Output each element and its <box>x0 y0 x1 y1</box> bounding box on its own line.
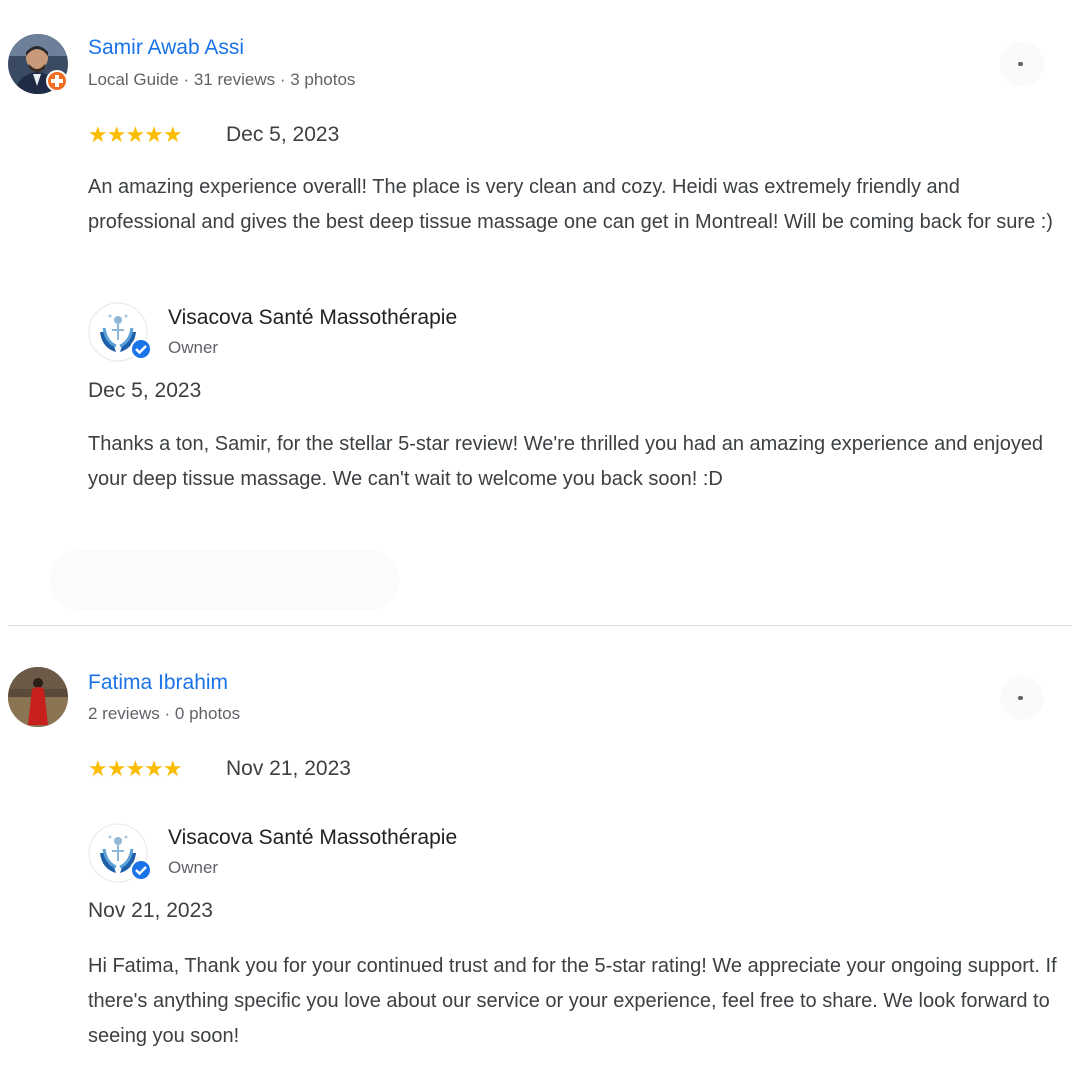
more-options-icon <box>1018 62 1023 66</box>
reviews-page: Samir Awab Assi Local Guide · 31 reviews… <box>0 0 1080 1080</box>
reviewer-avatar[interactable] <box>8 667 68 727</box>
more-options-button[interactable] <box>1000 676 1044 720</box>
owner-reply-date: Nov 21, 2023 <box>88 899 213 922</box>
reviewer-name[interactable]: Fatima Ibrahim <box>88 671 228 695</box>
reviewer-meta: 2 reviews · 0 photos <box>88 704 241 723</box>
star-rating: ★★★★★ <box>88 122 183 147</box>
owner-logo <box>88 302 152 362</box>
review-date: Nov 21, 2023 <box>226 757 351 780</box>
owner-name: Visacova Santé Massothérapie <box>168 306 458 329</box>
verified-check-icon <box>130 338 152 360</box>
owner-logo <box>88 823 152 883</box>
owner-reply-date: Dec 5, 2023 <box>88 379 202 402</box>
owner-role: Owner <box>168 858 219 877</box>
owner-name: Visacova Santé Massothérapie <box>168 826 458 849</box>
review-text: An amazing experience overall! The place… <box>88 176 1053 233</box>
reviewer-meta: Local Guide · 31 reviews · 3 photos <box>88 70 356 89</box>
reviewer-name[interactable]: Samir Awab Assi <box>88 36 244 60</box>
review-date: Dec 5, 2023 <box>226 123 340 146</box>
verified-check-icon <box>130 859 152 881</box>
owner-reply-text: Thanks a ton, Samir, for the stellar 5-s… <box>88 433 1044 490</box>
avatar-photo-icon <box>8 667 68 727</box>
owner-reply-text: Hi Fatima, Thank you for your continued … <box>88 955 1057 1047</box>
owner-role: Owner <box>168 338 219 357</box>
local-guide-badge-icon <box>46 70 68 92</box>
star-rating: ★★★★★ <box>88 756 183 781</box>
reply-action-area <box>50 550 400 610</box>
more-options-button[interactable] <box>1000 42 1044 86</box>
more-options-icon <box>1018 696 1023 700</box>
review-divider <box>8 625 1072 626</box>
